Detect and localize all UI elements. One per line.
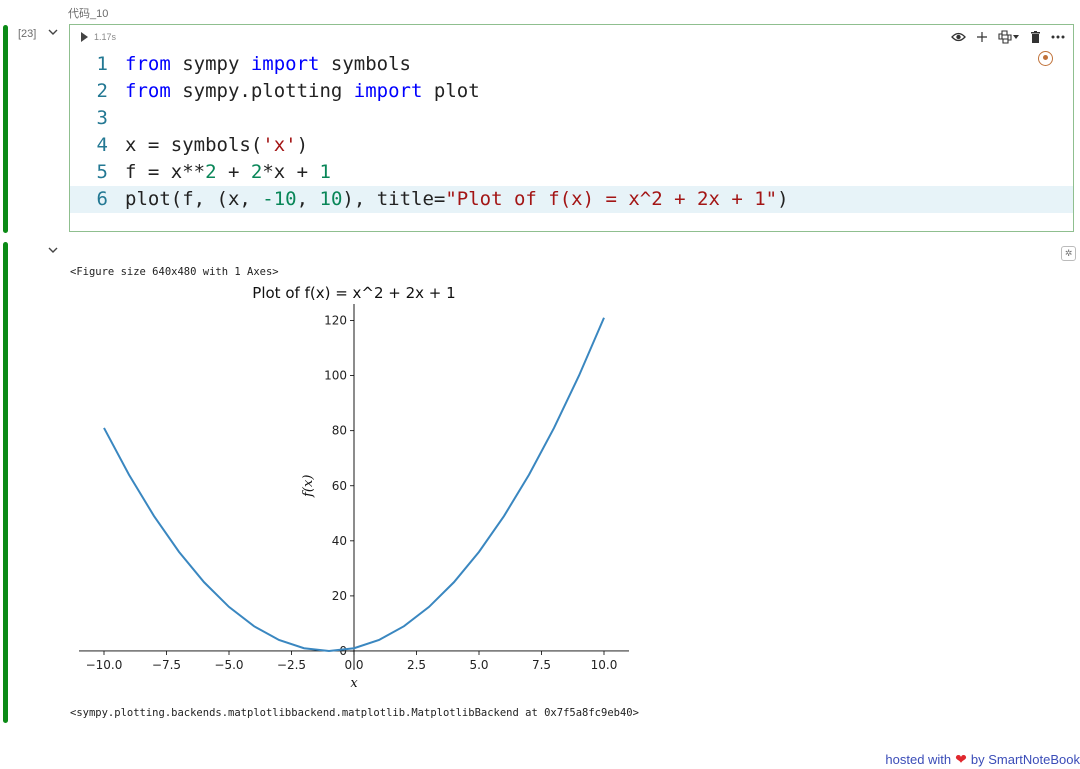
line-number: 5 [96,161,108,183]
code-token: 10 [319,188,343,210]
run-icon[interactable] [81,32,88,42]
line-number: 4 [96,134,108,156]
execution-count: [23] [18,28,37,40]
code-token: from [125,80,171,102]
x-tick-label: −10.0 [86,658,123,672]
code-token: sympy [170,53,251,75]
x-tick-label: 7.5 [532,658,551,672]
sympy-plot: −10.0 −7.5 −5.0 −2.5 0.0 2.5 5.0 7.5 10.0 0 20 40 60… [79,285,629,691]
code-token: *x + [262,161,320,183]
footer-suffix: by SmartNoteBook [970,752,1080,767]
heart-icon: ❤ [955,751,967,767]
x-tick-label: −2.5 [277,658,306,672]
x-tick-label: 5.0 [469,658,488,672]
code-token: import [353,80,423,102]
line-number: 2 [96,80,108,102]
code-token: , [296,188,320,210]
line-number: 1 [96,53,108,75]
code-token: sympy.plotting [170,80,354,102]
chart-title: Plot of f(x) = x^2 + 2x + 1 [252,285,455,302]
collapse-output-chevron-icon[interactable] [47,244,61,258]
code-token: import [250,53,320,75]
code-token: f = x** [125,161,206,183]
output-selection-bar[interactable] [3,242,8,723]
code-token: x = symbols( [125,134,263,156]
code-line[interactable]: 6 plot(f, (x, -10, 10), title="Plot of f(… [70,186,1073,213]
x-tick-label: −5.0 [214,658,243,672]
code-line[interactable]: 4 x = symbols('x') [70,132,1073,159]
trash-icon[interactable] [1030,31,1041,43]
code-token: from [125,53,171,75]
code-token: plot [422,80,480,102]
y-tick-label: 100 [324,369,347,383]
footer-prefix: hosted with [885,752,952,767]
code-line[interactable]: 5f = x**2 + 2*x + 1 [70,159,1073,186]
x-axis-label: x [350,676,358,691]
line-number: 6 [96,188,108,210]
y-tick-label: 120 [324,314,347,328]
y-tick-label: 0 [339,644,347,658]
run-time: 1.17s [94,32,117,42]
code-text: x = symbols('x') [125,132,308,159]
backend-repr-output: <sympy.plotting.backends.matplotlibbacke… [70,707,639,719]
code-token: ) [777,188,789,210]
code-token: ), title= [342,188,446,210]
x-tick-label: 0.0 [344,658,363,672]
y-tick-label: 40 [332,534,347,548]
code-token: -10 [262,188,297,210]
cell-toolbar [951,30,1065,44]
code-token: "Plot of f(x) = x^2 + 2x + 1" [445,188,778,210]
eye-icon[interactable] [951,31,966,43]
more-icon[interactable] [1051,35,1065,39]
code-token: 1 [319,161,331,183]
y-tick-label: 60 [332,479,347,493]
y-axis-label: f(x) [301,475,316,498]
code-token: plot(f, (x, [125,188,263,210]
code-text: from sympy.plotting import plot [125,78,480,105]
y-tick-label: 80 [332,424,347,438]
cell-label: 代码_10 [68,8,109,20]
code-token: 2 [205,161,217,183]
code-line[interactable]: 1 from sympy import symbols [70,51,1073,78]
plus-icon[interactable] [976,31,988,43]
code-line[interactable]: 3 [70,105,1073,132]
run-status: 1.17s [81,32,116,42]
x-tick-label: −7.5 [152,658,181,672]
dropdown-icon [1013,35,1019,39]
output-settings-icon[interactable]: ✲ [1061,246,1076,261]
line-number: 3 [96,107,108,129]
python-icon[interactable] [998,30,1020,44]
code-token: 2 [250,161,263,183]
y-tick-label: 20 [332,589,347,603]
code-text: from sympy import symbols [125,51,411,78]
hosted-footer[interactable]: hosted with ❤ by SmartNoteBook [885,751,1080,768]
x-tick-label: 2.5 [407,658,426,672]
collapse-cell-chevron-icon[interactable] [47,26,61,40]
figure-size-output: <Figure size 640x480 with 1 Axes> [70,266,279,278]
code-text: f = x**2 + 2*x + 1 [125,159,331,186]
code-line[interactable]: 2 from sympy.plotting import plot [70,78,1073,105]
code-token: + [216,161,251,183]
code-editor[interactable]: 1 from sympy import symbols 2 from sympy.pl… [70,51,1073,213]
cell-selection-bar[interactable] [3,25,8,233]
code-cell[interactable]: 1.17s 1 from sympy import symbols 2 from sy… [69,24,1074,232]
code-text: plot(f, (x, -10, 10), title="Plot of f(x… [125,186,789,213]
x-tick-label: 10.0 [591,658,618,672]
code-token: 'x' [262,134,297,156]
code-token: symbols [319,53,411,75]
code-token: ) [296,134,309,156]
